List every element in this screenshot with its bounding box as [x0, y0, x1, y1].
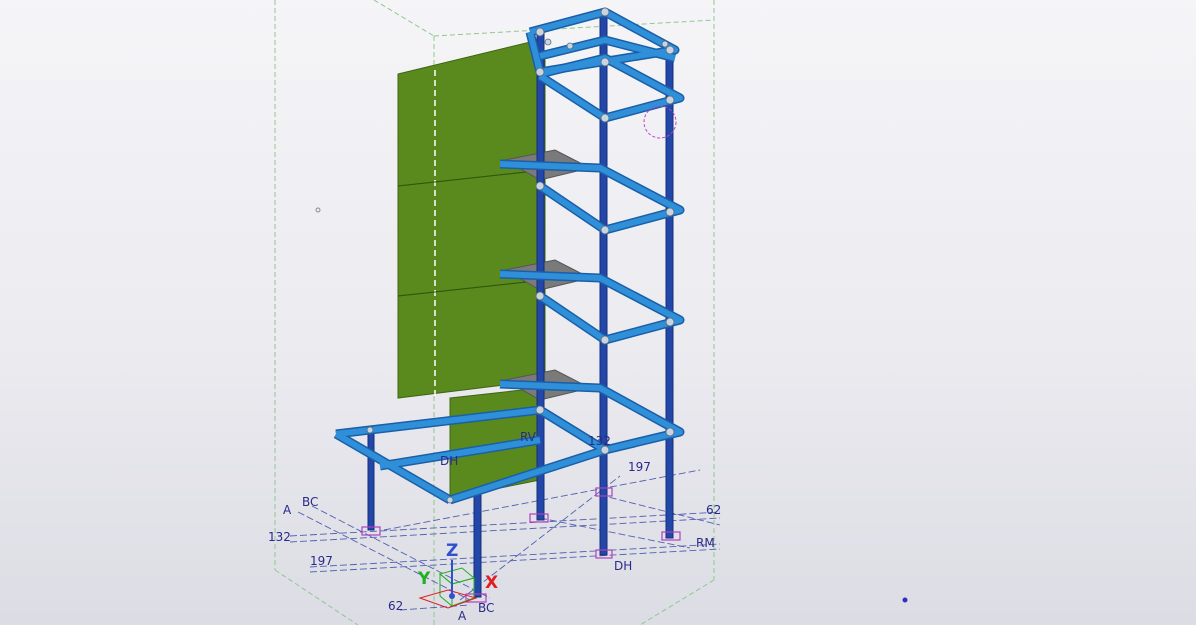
grid-lines [289, 469, 721, 611]
model-viewport[interactable]: A BC 132 197 62 A BC DH RV 132 197 62 RM… [0, 0, 1196, 625]
axis-origin [449, 593, 455, 599]
grid-label-bottom-dh: DH [614, 559, 632, 573]
grid-label-mid-dh: DH [440, 454, 458, 468]
grid-label-left-a: A [283, 503, 292, 517]
view-point-dot [902, 597, 908, 603]
origin-dot [315, 207, 321, 213]
grid-label-left-197: 197 [310, 554, 333, 568]
grid-label-bottom-a: A [458, 609, 467, 623]
grid-label-bottom-bc: BC [478, 601, 494, 615]
grid-label-mid-rv: RV [520, 430, 537, 444]
grid-label-right-rm: RM [696, 536, 715, 550]
axis-z-label: Z [446, 541, 458, 561]
column-porch-left [367, 429, 375, 531]
grid-label-left-132: 132 [268, 530, 291, 544]
grid-label-left-bc: BC [302, 495, 318, 509]
anchor-plates [361, 487, 681, 603]
grid-label-mid-197: 197 [628, 460, 651, 474]
grid-label-mid-132: 132 [588, 434, 611, 448]
3d-model-scene[interactable]: A BC 132 197 62 A BC DH RV 132 197 62 RM… [0, 0, 1196, 625]
column-front-right [665, 47, 674, 539]
column-porch-front [473, 491, 482, 598]
axis-x-label: X [485, 573, 498, 593]
grid-label-right-62: 62 [706, 503, 721, 517]
axis-y-label: Y [417, 569, 431, 589]
grid-label-bottom-62: 62 [388, 599, 403, 613]
